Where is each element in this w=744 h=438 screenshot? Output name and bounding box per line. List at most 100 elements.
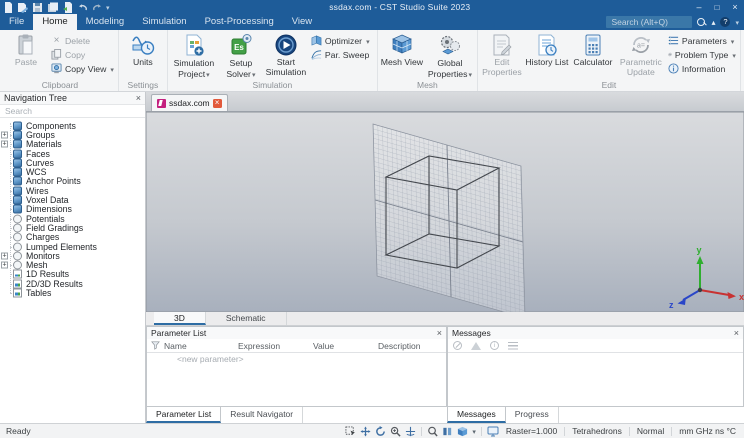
tree-item-charges[interactable]: Charges xyxy=(0,232,145,242)
mesh-view-button[interactable]: Mesh View xyxy=(380,30,424,68)
expand-icon[interactable] xyxy=(1,261,8,269)
tree-item-mesh[interactable]: Mesh xyxy=(0,260,145,270)
units-indicator[interactable]: mm GHz ns °C xyxy=(677,426,738,436)
expand-icon[interactable] xyxy=(1,252,8,260)
tab-3d[interactable]: 3D xyxy=(154,312,206,325)
close-panel-icon[interactable] xyxy=(437,329,442,338)
tab-simulation[interactable]: Simulation xyxy=(133,14,195,30)
info-filter-icon[interactable] xyxy=(490,341,499,350)
expand-icon[interactable] xyxy=(1,140,8,148)
new-file-icon[interactable] xyxy=(4,1,13,13)
filter-icon[interactable] xyxy=(151,341,160,350)
view-3d-icon[interactable] xyxy=(457,426,468,437)
message-details-icon[interactable] xyxy=(508,341,518,350)
tree-item-potentials[interactable]: Potentials xyxy=(0,214,145,224)
parameters-button[interactable]: Parameters xyxy=(668,35,736,46)
help-dropdown-icon[interactable] xyxy=(735,17,739,28)
open-file-icon[interactable] xyxy=(17,2,28,13)
column-name[interactable]: Name xyxy=(164,341,238,351)
information-button[interactable]: Information xyxy=(668,63,736,74)
problem-type-button[interactable]: Problem Type xyxy=(668,49,736,60)
search-input[interactable] xyxy=(606,16,693,28)
tree-item-wcs[interactable]: WCS xyxy=(0,167,145,177)
search-icon[interactable] xyxy=(697,17,706,27)
errors-filter-icon[interactable] xyxy=(453,341,462,350)
tab-view[interactable]: View xyxy=(283,14,321,30)
view-options-dropdown-icon[interactable] xyxy=(472,426,476,436)
expand-icon[interactable] xyxy=(1,131,8,139)
zoom-tool-icon[interactable] xyxy=(390,426,402,437)
tree-item-tables[interactable]: Tables xyxy=(0,288,145,298)
tree-item-1d-results[interactable]: 1D Results xyxy=(0,269,145,279)
tab-post-processing[interactable]: Post-Processing xyxy=(196,14,283,30)
par-sweep-button[interactable]: Par. Sweep xyxy=(311,49,373,60)
tree-item-faces[interactable]: Faces xyxy=(0,149,145,159)
tree-item-curves[interactable]: Curves xyxy=(0,158,145,168)
raster-display-icon[interactable] xyxy=(487,426,499,437)
save-icon[interactable] xyxy=(32,2,43,13)
close-tab-icon[interactable] xyxy=(212,98,222,108)
parametric-update-button[interactable]: a= Parametric Update xyxy=(617,30,665,77)
mode-indicator[interactable]: Normal xyxy=(635,426,666,436)
mesh-type-indicator[interactable]: Tetrahedrons xyxy=(570,426,624,436)
tab-home[interactable]: Home xyxy=(33,14,77,30)
tree-item-voxel-data[interactable]: Voxel Data xyxy=(0,195,145,205)
simulation-project-button[interactable]: Simulation Project xyxy=(170,30,218,80)
tab-file[interactable]: File xyxy=(0,14,33,30)
tree-item-field-gradings[interactable]: Field Gradings xyxy=(0,223,145,233)
tab-messages[interactable]: Messages xyxy=(447,407,506,423)
setup-solver-button[interactable]: Es Setup Solver xyxy=(219,30,263,80)
save-all-icon[interactable] xyxy=(47,2,59,13)
tab-progress[interactable]: Progress xyxy=(506,407,559,423)
undo-icon[interactable] xyxy=(78,2,88,12)
tree-item-groups[interactable]: Groups xyxy=(0,130,145,140)
optimizer-button[interactable]: Optimizer xyxy=(311,35,373,46)
copy-view-button[interactable]: Copy View xyxy=(51,63,114,74)
tree-item-components[interactable]: Components xyxy=(0,121,145,131)
tab-schematic[interactable]: Schematic xyxy=(206,312,287,325)
split-view-icon[interactable] xyxy=(442,426,453,437)
tab-parameter-list[interactable]: Parameter List xyxy=(146,407,222,423)
tree-item-wires[interactable]: Wires xyxy=(0,186,145,196)
global-properties-button[interactable]: Global Properties xyxy=(425,30,475,80)
spin-tool-icon[interactable] xyxy=(405,426,416,437)
column-value[interactable]: Value xyxy=(313,341,378,351)
start-simulation-button[interactable]: Start Simulation xyxy=(264,30,308,77)
tree-item-dimensions[interactable]: Dimensions xyxy=(0,204,145,214)
zoom-window-icon[interactable] xyxy=(427,426,439,437)
tree-item-monitors[interactable]: Monitors xyxy=(0,251,145,261)
copy-button[interactable]: Copy xyxy=(51,49,114,60)
tree-item-materials[interactable]: Materials xyxy=(0,139,145,149)
new-parameter-row[interactable]: <new parameter> xyxy=(147,353,446,365)
import-icon[interactable] xyxy=(63,1,74,13)
redo-icon[interactable] xyxy=(92,2,102,12)
document-tab[interactable]: ssdax.com xyxy=(151,94,228,111)
column-expression[interactable]: Expression xyxy=(238,341,313,351)
tree-item-anchor-points[interactable]: Anchor Points xyxy=(0,176,145,186)
minimize-button[interactable] xyxy=(690,0,708,15)
viewport-3d[interactable]: y x z xyxy=(146,112,744,312)
history-list-button[interactable]: History List xyxy=(525,30,569,68)
units-button[interactable]: Units xyxy=(121,30,165,68)
rotate-tool-icon[interactable] xyxy=(375,425,386,437)
close-panel-icon[interactable] xyxy=(136,94,141,103)
tab-result-navigator[interactable]: Result Navigator xyxy=(221,407,304,423)
close-button[interactable] xyxy=(726,0,744,15)
maximize-button[interactable] xyxy=(708,0,726,15)
delete-button[interactable]: × Delete xyxy=(51,35,114,46)
select-tool-icon[interactable] xyxy=(345,425,356,437)
paste-button[interactable]: Paste xyxy=(4,30,48,68)
warnings-filter-icon[interactable] xyxy=(471,341,481,350)
column-description[interactable]: Description xyxy=(378,341,446,351)
tab-modeling[interactable]: Modeling xyxy=(77,14,134,30)
calculator-button[interactable]: Calculator xyxy=(570,30,616,68)
viewport-3d-canvas[interactable]: y x z xyxy=(146,112,744,312)
help-icon[interactable]: ? xyxy=(720,17,731,27)
edit-properties-button[interactable]: Edit Properties xyxy=(480,30,524,77)
pan-tool-icon[interactable] xyxy=(360,425,371,437)
close-panel-icon[interactable] xyxy=(734,329,739,338)
tree-item-lumped-elements[interactable]: Lumped Elements xyxy=(0,242,145,252)
tree-item-2d-3d-results[interactable]: 2D/3D Results xyxy=(0,279,145,289)
tree-search-input[interactable] xyxy=(0,105,145,118)
collapse-ribbon-icon[interactable] xyxy=(711,17,715,28)
